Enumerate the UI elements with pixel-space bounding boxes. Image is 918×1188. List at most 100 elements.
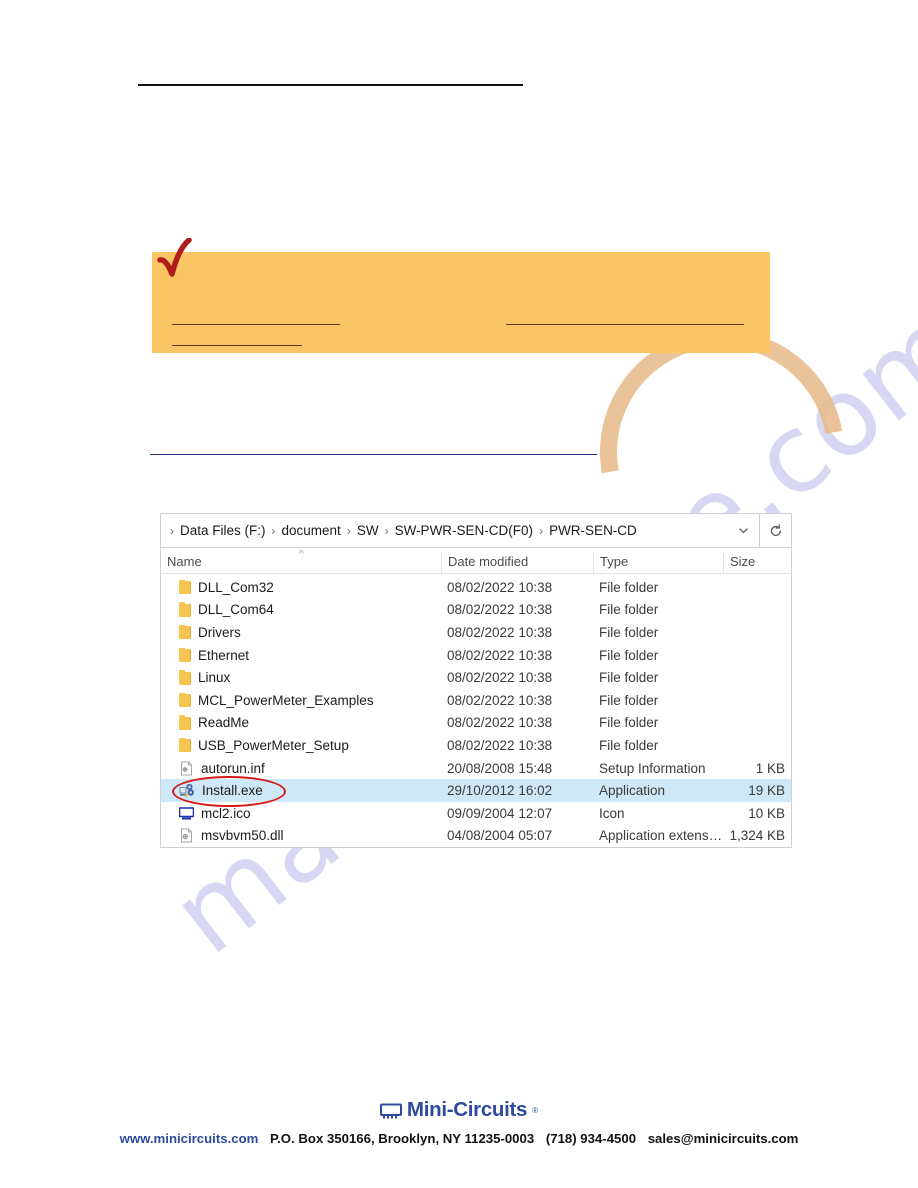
breadcrumb-item-1[interactable]: document: [279, 523, 344, 538]
file-type: Application: [599, 783, 666, 799]
file-type: File folder: [599, 647, 659, 663]
section-divider: [150, 454, 597, 455]
folder-icon: [179, 670, 191, 685]
file-name-cell: autorun.inf: [161, 761, 441, 776]
breadcrumb[interactable]: › Data Files (F:) › document › SW › SW-P…: [161, 523, 728, 538]
file-date: 08/02/2022 10:38: [447, 579, 553, 595]
file-type: File folder: [599, 737, 659, 753]
file-name: Drivers: [198, 624, 241, 640]
file-date: 29/10/2012 16:02: [447, 783, 553, 799]
file-size: 1 KB: [755, 760, 785, 776]
file-type: Setup Information: [599, 760, 706, 776]
icon-file-icon: [178, 807, 195, 820]
brand-name: Mini-Circuits: [406, 1098, 528, 1121]
file-list: DLL_Com32 08/02/2022 10:38 File folder D…: [160, 574, 792, 849]
address-bar[interactable]: › Data Files (F:) › document › SW › SW-P…: [160, 513, 792, 548]
folder-icon: [179, 737, 191, 753]
file-name-cell: Linux: [161, 670, 441, 685]
file-name-cell: mcl2.ico: [161, 806, 441, 821]
folder-icon: [179, 647, 191, 663]
breadcrumb-item-0[interactable]: Data Files (F:): [177, 523, 269, 538]
top-divider: [138, 84, 523, 86]
folder-icon: [179, 692, 191, 708]
column-header-type[interactable]: Type: [593, 554, 723, 573]
table-row[interactable]: Install.exe 29/10/2012 16:02 Application…: [161, 775, 791, 807]
application-icon: [179, 783, 195, 798]
breadcrumb-separator: ›: [539, 523, 544, 538]
file-name: MCL_PowerMeter_Examples: [198, 692, 374, 708]
footer-website[interactable]: www.minicircuits.com: [120, 1131, 259, 1146]
callout-box: [152, 252, 770, 353]
file-name: Ethernet: [198, 647, 250, 663]
caret-up-icon: ^: [299, 549, 304, 560]
file-date: 08/02/2022 10:38: [447, 624, 553, 640]
file-type: File folder: [599, 715, 659, 731]
redacted-line-2: [172, 345, 302, 346]
file-date: 08/02/2022 10:38: [447, 737, 553, 753]
file-name: Install.exe: [202, 783, 263, 799]
trademark-symbol: ®: [532, 1105, 539, 1115]
table-row[interactable]: Drivers 08/02/2022 10:38 File folder: [161, 621, 791, 644]
redacted-line-3: [506, 324, 744, 325]
file-name-cell: MCL_PowerMeter_Examples: [161, 692, 441, 708]
table-row[interactable]: DLL_Com64 08/02/2022 10:38 File folder: [161, 599, 791, 622]
chip-icon: [379, 1103, 402, 1118]
file-type: Application extens…: [599, 828, 723, 844]
file-name: autorun.inf: [201, 760, 265, 776]
file-date: 08/02/2022 10:38: [447, 647, 553, 663]
folder-icon: [179, 715, 191, 730]
refresh-icon[interactable]: [759, 514, 791, 547]
file-name: ReadMe: [198, 715, 250, 731]
folder-icon: [179, 624, 191, 640]
table-row[interactable]: DLL_Com32 08/02/2022 10:38 File folder: [161, 576, 791, 599]
file-type: File folder: [599, 579, 659, 595]
file-name-cell: DLL_Com32: [161, 579, 441, 595]
setup-info-icon: [179, 761, 194, 776]
table-row[interactable]: Linux 08/02/2022 10:38 File folder: [161, 666, 791, 689]
file-date: 04/08/2004 05:07: [447, 828, 553, 844]
table-row[interactable]: mcl2.ico 09/09/2004 12:07 Icon 10 KB: [161, 802, 791, 825]
breadcrumb-item-4[interactable]: PWR-SEN-CD: [546, 523, 640, 538]
table-row[interactable]: autorun.inf 20/08/2008 15:48 Setup Infor…: [161, 757, 791, 780]
file-date: 08/02/2022 10:38: [447, 715, 553, 731]
file-name-cell: USB_PowerMeter_Setup: [161, 737, 441, 753]
redacted-line-1: [172, 324, 340, 325]
table-row[interactable]: MCL_PowerMeter_Examples 08/02/2022 10:38…: [161, 689, 791, 712]
file-name: mcl2.ico: [201, 805, 251, 821]
breadcrumb-item-2[interactable]: SW: [354, 523, 382, 538]
folder-icon: [179, 579, 191, 595]
footer-contact-line: www.minicircuits.com P.O. Box 350166, Br…: [0, 1131, 918, 1146]
column-header-date-modified[interactable]: Date modified: [441, 554, 593, 573]
table-row[interactable]: USB_PowerMeter_Setup 08/02/2022 10:38 Fi…: [161, 734, 791, 757]
breadcrumb-separator: ›: [384, 523, 389, 538]
file-size: 19 KB: [748, 783, 785, 799]
chevron-down-icon[interactable]: [728, 514, 759, 547]
breadcrumb-separator: ›: [271, 523, 276, 538]
file-name: USB_PowerMeter_Setup: [198, 737, 349, 753]
file-type: File folder: [599, 692, 659, 708]
file-name: DLL_Com32: [198, 579, 274, 595]
file-name: Linux: [198, 670, 231, 686]
file-type: File folder: [599, 624, 659, 640]
table-row[interactable]: Ethernet 08/02/2022 10:38 File folder: [161, 644, 791, 667]
column-headers: ^ Name Date modified Type Size: [160, 548, 792, 574]
file-name-cell: Install.exe: [161, 783, 441, 798]
dll-file-icon: [179, 828, 194, 843]
footer-address: P.O. Box 350166, Brooklyn, NY 11235-0003: [270, 1130, 535, 1146]
file-date: 08/02/2022 10:38: [447, 670, 553, 686]
footer-email[interactable]: sales@minicircuits.com: [648, 1131, 799, 1146]
file-date: 20/08/2008 15:48: [447, 760, 553, 776]
folder-icon: [179, 602, 191, 617]
file-date: 09/09/2004 12:07: [447, 805, 553, 821]
file-name-cell: Ethernet: [161, 647, 441, 663]
file-name-cell: msvbvm50.dll: [161, 828, 441, 843]
file-size: 1,324 KB: [729, 828, 785, 844]
column-header-size[interactable]: Size: [723, 554, 791, 573]
breadcrumb-separator: ›: [170, 523, 174, 538]
file-size: 10 KB: [748, 805, 785, 821]
page-footer: Mini-Circuits ® www.minicircuits.com P.O…: [0, 1098, 918, 1146]
table-row[interactable]: msvbvm50.dll 04/08/2004 05:07 Applicatio…: [161, 825, 791, 848]
breadcrumb-item-3[interactable]: SW-PWR-SEN-CD(F0): [392, 523, 537, 538]
table-row[interactable]: ReadMe 08/02/2022 10:38 File folder: [161, 712, 791, 735]
footer-phone: (718) 934-4500: [545, 1130, 637, 1146]
